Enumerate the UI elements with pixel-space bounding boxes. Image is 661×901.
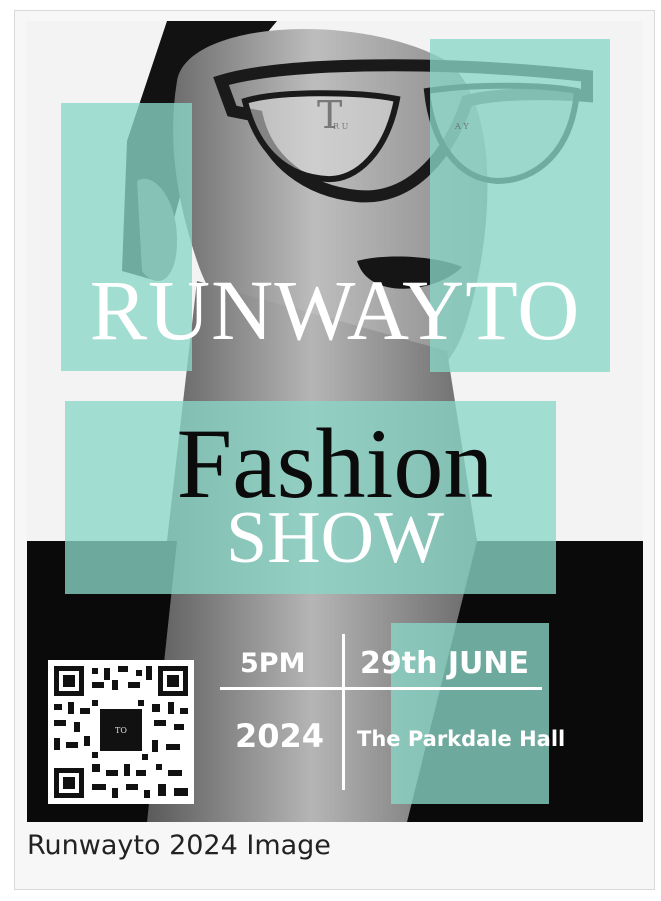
event-time: 5PM [240, 648, 306, 679]
vertical-divider [342, 634, 345, 790]
event-year: 2024 [235, 717, 325, 755]
horizontal-divider [220, 687, 542, 690]
brand-title: RUNWAYTO [89, 262, 581, 358]
image-caption: Runwayto 2024 Image [27, 830, 331, 861]
event-date: 29th JUNE [360, 646, 530, 681]
qr-code: TO [48, 660, 194, 804]
event-venue: The Parkdale Hall [357, 727, 566, 751]
event-poster-image: T R U A Y RUNWAYTO Fashion SHOW TO 5PM 2… [27, 21, 643, 822]
lens-monogram-small-left: R U [333, 122, 349, 131]
qr-center-logo: TO [100, 709, 142, 751]
lens-monogram-right: A Y [455, 122, 469, 131]
show-title: SHOW [226, 497, 444, 579]
